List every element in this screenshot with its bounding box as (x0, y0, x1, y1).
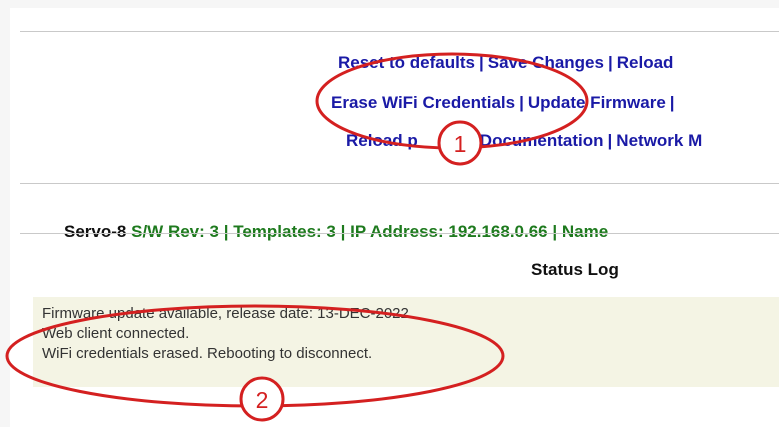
badge-number-1: 1 (454, 131, 467, 157)
badge-number-2: 2 (256, 387, 269, 413)
annotation-overlay: 1 2 (5, 52, 589, 422)
